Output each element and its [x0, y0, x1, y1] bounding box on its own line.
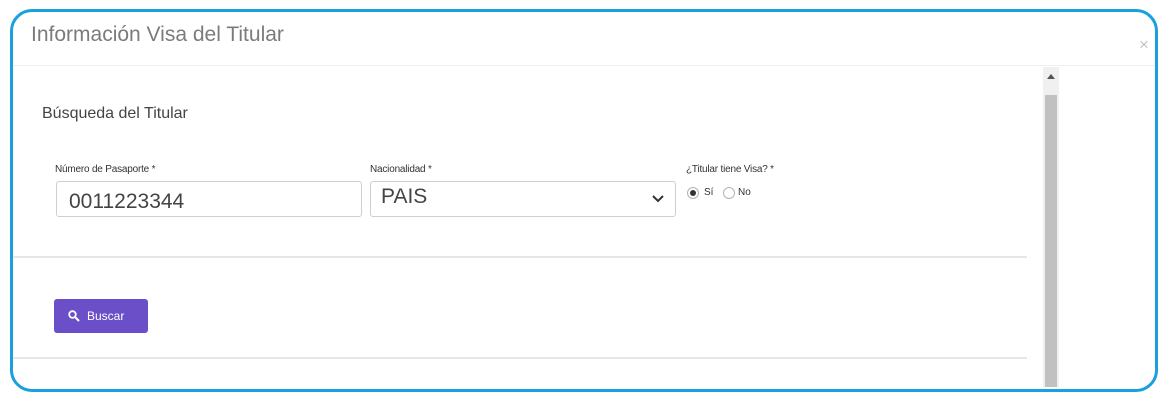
nationality-label: Nacionalidad * — [370, 164, 432, 175]
close-icon[interactable]: × — [1139, 36, 1149, 53]
visa-info-modal: Información Visa del Titular × Búsqueda … — [10, 9, 1158, 392]
modal-title: Información Visa del Titular — [31, 23, 284, 46]
search-icon — [68, 310, 80, 322]
scroll-thumb[interactable] — [1045, 95, 1057, 387]
passport-label: Número de Pasaporte * — [55, 164, 156, 175]
radio-no[interactable] — [723, 187, 735, 199]
divider — [13, 357, 1027, 359]
modal-body: Búsqueda del Titular Número de Pasaporte… — [13, 67, 1043, 387]
vertical-scrollbar[interactable] — [1043, 67, 1059, 387]
scroll-up-arrow-icon[interactable] — [1047, 74, 1055, 79]
radio-selected-dot — [690, 190, 696, 196]
nationality-select[interactable]: PAIS — [370, 181, 676, 217]
chevron-down-icon — [652, 195, 664, 203]
modal-header: Información Visa del Titular × — [13, 12, 1155, 66]
has-visa-label: ¿Titular tiene Visa? * — [686, 164, 774, 175]
search-button[interactable]: Buscar — [54, 299, 148, 333]
nationality-selected-value: PAIS — [381, 185, 428, 208]
passport-input[interactable] — [56, 181, 362, 217]
radio-si[interactable] — [687, 187, 699, 199]
radio-si-label[interactable]: Sí — [704, 187, 713, 199]
divider — [13, 256, 1027, 258]
radio-no-label[interactable]: No — [738, 187, 751, 199]
section-title: Búsqueda del Titular — [42, 105, 188, 122]
search-button-label: Buscar — [87, 309, 125, 323]
